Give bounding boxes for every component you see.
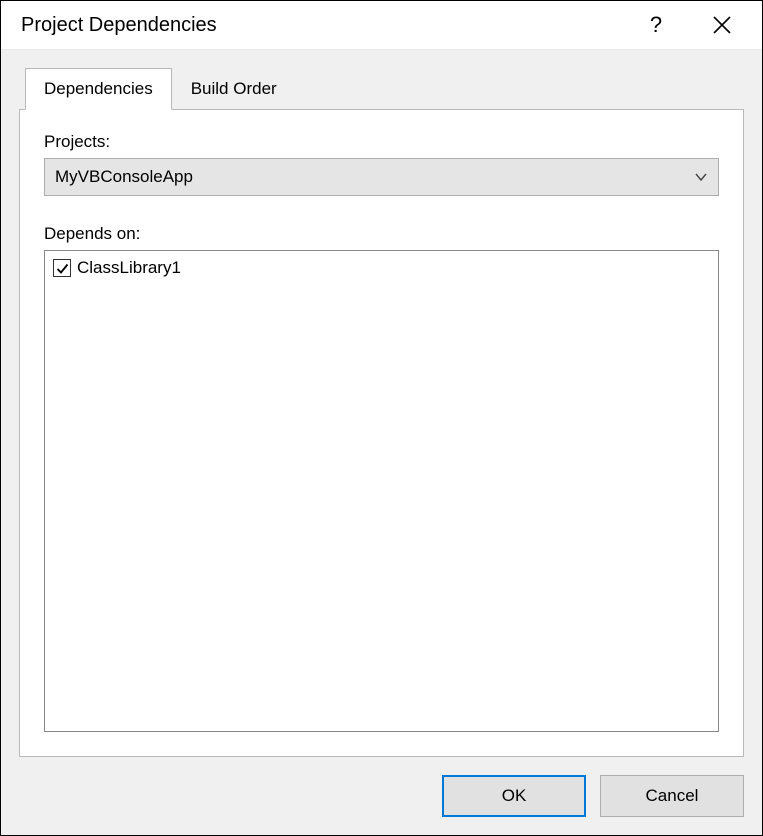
help-icon: ? <box>650 12 662 38</box>
tab-build-order[interactable]: Build Order <box>172 68 296 109</box>
depends-on-label: Depends on: <box>44 224 719 244</box>
dependency-label: ClassLibrary1 <box>77 258 181 278</box>
dependencies-listbox[interactable]: ClassLibrary1 <box>44 250 719 732</box>
dependency-checkbox[interactable] <box>53 259 71 277</box>
dialog-button-row: OK Cancel <box>19 757 744 817</box>
tab-dependencies[interactable]: Dependencies <box>25 68 172 110</box>
titlebar-buttons: ? <box>636 7 752 43</box>
cancel-button[interactable]: Cancel <box>600 775 744 817</box>
client-area: Dependencies Build Order Projects: MyVBC… <box>1 49 762 835</box>
close-icon <box>713 16 731 34</box>
combobox-selected-text: MyVBConsoleApp <box>55 167 694 187</box>
tab-panel-dependencies: Projects: MyVBConsoleApp Depends on: Cla… <box>19 109 744 757</box>
button-label: Cancel <box>646 786 699 806</box>
ok-button[interactable]: OK <box>442 775 586 817</box>
titlebar: Project Dependencies ? <box>1 1 762 49</box>
checkmark-icon <box>56 262 69 275</box>
projects-combobox[interactable]: MyVBConsoleApp <box>44 158 719 196</box>
dialog-window: Project Dependencies ? Dependencies Buil… <box>0 0 763 836</box>
tab-strip: Dependencies Build Order <box>19 68 744 109</box>
window-title: Project Dependencies <box>21 14 636 37</box>
list-item: ClassLibrary1 <box>53 257 710 279</box>
tab-label: Build Order <box>191 79 277 98</box>
button-label: OK <box>502 786 527 806</box>
tab-label: Dependencies <box>44 79 153 98</box>
chevron-down-icon <box>694 170 708 184</box>
help-button[interactable]: ? <box>636 7 676 43</box>
close-button[interactable] <box>702 7 742 43</box>
projects-label: Projects: <box>44 132 719 152</box>
